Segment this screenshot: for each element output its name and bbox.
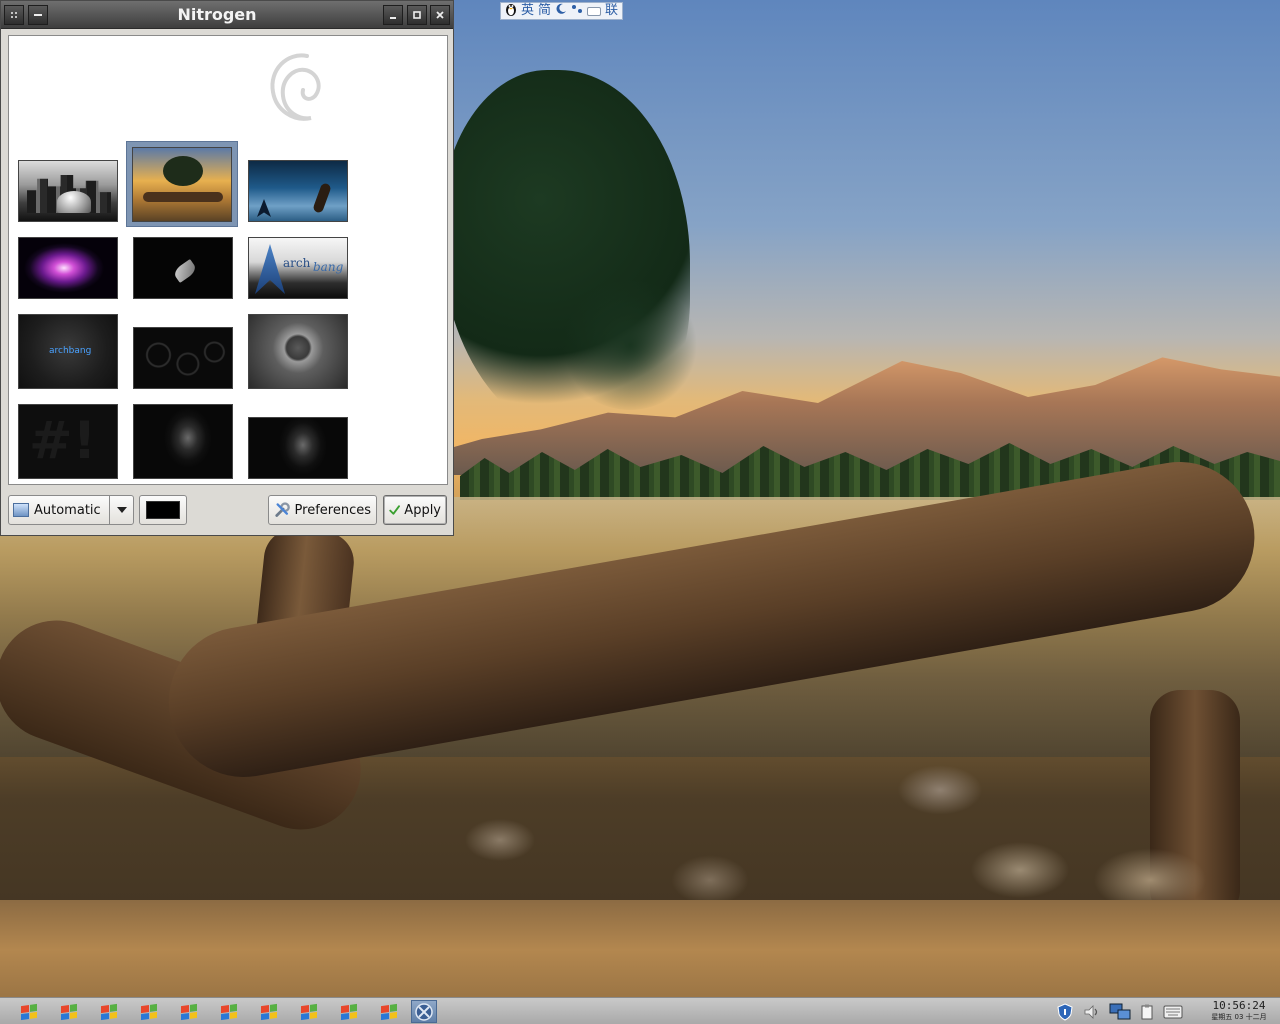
thumbnail-purple-nebula[interactable] — [12, 225, 124, 311]
taskbar: 10:56:24 星期五 03 十二月 — [0, 997, 1280, 1024]
clock-date: 星期五 03 十二月 — [1211, 1013, 1267, 1021]
wallpaper-thumbnail: arch bang — [248, 237, 348, 299]
wallpaper-thumbnail — [248, 160, 348, 222]
zoom-mode-select[interactable]: Automatic — [8, 495, 134, 525]
wallpaper-thumbnail — [18, 160, 118, 222]
windows-flag-icon — [261, 1003, 277, 1020]
windows-flag-icon — [181, 1003, 197, 1020]
window-title: Nitrogen — [177, 5, 257, 24]
thumbnail-dark-crux[interactable] — [127, 398, 239, 484]
thumbnail-archbang-dark[interactable]: archbang — [12, 308, 124, 394]
thumbnail-dark-crux-small[interactable] — [242, 405, 354, 484]
preferences-button[interactable]: Preferences — [268, 495, 377, 525]
background-color-button[interactable] — [139, 495, 187, 525]
maximize-icon — [413, 11, 421, 19]
clock-time: 10:56:24 — [1212, 999, 1266, 1012]
zoom-mode-value: Automatic — [34, 502, 101, 518]
wallpaper-tree-branch — [560, 280, 700, 410]
thumbnail-text-arch: arch — [283, 256, 311, 270]
preferences-icon — [275, 502, 290, 517]
shield-icon[interactable] — [1055, 1001, 1075, 1022]
task-button[interactable] — [376, 1000, 402, 1023]
thumbnail-arch-underwater[interactable] — [242, 148, 354, 234]
wallpaper-gallery[interactable]: arch bang archbang — [8, 35, 448, 485]
shade-icon — [34, 14, 42, 16]
windows-flag-icon — [341, 1003, 357, 1020]
thumbnail-debian-swirls[interactable] — [127, 315, 239, 401]
windows-flag-icon — [141, 1003, 157, 1020]
maximize-button[interactable] — [407, 5, 427, 25]
thumbnail-text-bang: bang — [313, 260, 344, 274]
task-button[interactable] — [296, 1000, 322, 1023]
minimize-icon — [390, 17, 396, 19]
background-color-swatch — [146, 501, 180, 519]
network-icon[interactable] — [1107, 1001, 1133, 1022]
wallpaper-thumbnail — [18, 403, 118, 479]
thumbnail-text-archbang: archbang — [49, 345, 92, 356]
thumbnail-crunchbang-hash[interactable] — [12, 398, 124, 484]
window-titlebar[interactable]: Nitrogen — [1, 1, 453, 29]
ime-association-label[interactable]: 联 — [605, 3, 618, 19]
keyboard-icon[interactable] — [587, 6, 602, 16]
shade-button[interactable] — [28, 5, 48, 25]
input-method-bar[interactable]: 英 简 联 — [500, 2, 624, 21]
wallpaper-thumbnail — [133, 237, 233, 299]
windows-flag-icon — [301, 1003, 317, 1020]
checkmark-icon — [389, 505, 400, 515]
wallpaper-thumbnail — [133, 327, 233, 389]
windows-flag-icon — [381, 1003, 397, 1020]
preferences-label: Preferences — [294, 502, 371, 518]
windows-flag-icon — [61, 1003, 77, 1020]
wallpaper-thumbnail — [248, 313, 348, 389]
image-icon — [13, 503, 29, 517]
debian-swirl-logo — [270, 53, 321, 121]
wallpaper-thumbnail: archbang — [18, 313, 118, 389]
crossed-circle-icon — [415, 1002, 433, 1021]
apply-button[interactable]: Apply — [383, 495, 447, 525]
wallpaper-thumbnail — [133, 403, 233, 479]
task-button[interactable] — [256, 1000, 282, 1023]
chevron-down-icon[interactable] — [109, 496, 133, 524]
windows-flag-icon — [101, 1003, 117, 1020]
ime-mode-label[interactable]: 简 — [538, 3, 551, 19]
wallpaper-rocks — [380, 760, 1280, 920]
task-button[interactable] — [136, 1000, 162, 1023]
wallpaper-shore — [0, 900, 1280, 1000]
window-menu-button[interactable] — [4, 5, 24, 25]
nitrogen-toolbar: Automatic Preferences Apply — [6, 493, 449, 527]
task-button[interactable] — [16, 1000, 42, 1023]
grip-icon — [11, 12, 17, 18]
close-button[interactable] — [430, 5, 450, 25]
task-button-active[interactable] — [411, 1000, 437, 1023]
thumbnail-dark-leaf[interactable] — [127, 225, 239, 311]
punctuation-icon[interactable] — [571, 3, 583, 20]
wallpaper-thumbnail — [132, 146, 232, 222]
task-button[interactable] — [56, 1000, 82, 1023]
task-button[interactable] — [96, 1000, 122, 1023]
task-button[interactable] — [176, 1000, 202, 1023]
apply-label: Apply — [404, 502, 441, 518]
thumbnail-chicago-bean[interactable] — [12, 148, 124, 234]
close-icon — [436, 11, 444, 19]
volume-icon[interactable] — [1082, 1001, 1102, 1022]
windows-flag-icon — [21, 1003, 37, 1020]
nitrogen-window: Nitrogen arch bang archbang #! Automatic… — [0, 0, 454, 536]
task-button[interactable] — [336, 1000, 362, 1023]
keyboard-icon[interactable] — [1162, 1001, 1184, 1022]
thumbnail-dark-sphere[interactable] — [242, 308, 354, 394]
windows-flag-icon — [221, 1003, 237, 1020]
clock[interactable]: 10:56:24 星期五 03 十二月 — [1200, 999, 1278, 1022]
thumbnail-archbang-logo[interactable]: arch bang — [242, 225, 354, 311]
wallpaper-thumbnail — [18, 237, 118, 299]
minimize-button[interactable] — [383, 5, 403, 25]
thumbnail-tree-lake-selected[interactable] — [126, 141, 238, 227]
task-button[interactable] — [216, 1000, 242, 1023]
clipboard-icon[interactable] — [1139, 1001, 1155, 1022]
penguin-icon[interactable] — [505, 2, 517, 21]
moon-icon[interactable] — [555, 3, 567, 20]
ime-language-label[interactable]: 英 — [521, 3, 534, 19]
wallpaper-thumbnail — [248, 417, 348, 479]
